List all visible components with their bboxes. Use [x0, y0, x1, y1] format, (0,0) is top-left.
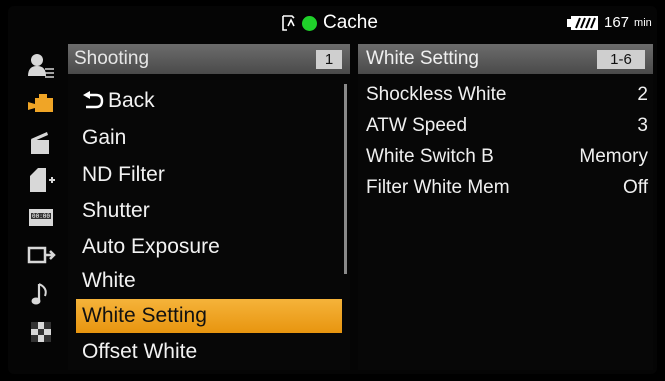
rec-indicator-dot [302, 15, 317, 31]
detail-row-label: Filter White Mem [366, 177, 510, 198]
menu-category-icons: 00:00 [18, 44, 64, 370]
back-arrow-icon [82, 86, 104, 109]
detail-row-value: 2 [637, 84, 648, 105]
user-menu-icon[interactable] [26, 52, 56, 80]
menu-list-panel: Shooting 1 Back Gain ND Filter Shutter A… [68, 44, 350, 370]
status-bar: Cache 167 min [8, 6, 657, 40]
detail-row-atw-speed[interactable]: ATW Speed 3 [366, 111, 648, 141]
cache-label: Cache [323, 12, 378, 33]
sd-card-icon[interactable] [26, 166, 56, 194]
menu-item-label: Back [108, 89, 155, 112]
detail-header: White Setting 1-6 [358, 44, 653, 74]
detail-row-value: Off [623, 177, 648, 198]
menu-item-label: White Setting [82, 304, 207, 327]
menu-scrollbar[interactable] [344, 84, 347, 274]
detail-row-filter-white-mem[interactable]: Filter White Mem Off [366, 173, 648, 203]
detail-title: White Setting [366, 48, 479, 69]
cache-status: Cache [280, 11, 378, 35]
menu-item-label: ND Filter [82, 163, 165, 186]
battery-unit: min [634, 16, 652, 29]
detail-row-value: Memory [579, 146, 648, 167]
svg-text:00:00: 00:00 [32, 213, 50, 220]
menu-item-label: Shutter [82, 199, 150, 222]
battery-minutes: 167 [604, 14, 630, 31]
system-checker-icon[interactable] [26, 318, 56, 346]
detail-row-label: ATW Speed [366, 115, 468, 136]
detail-row-value: 3 [637, 115, 648, 136]
menu-item-gain[interactable]: Gain [76, 121, 342, 155]
menu-item-label: White [82, 269, 136, 292]
detail-row-white-switch-b[interactable]: White Switch B Memory [366, 142, 648, 172]
menu-item-label: Offset White [82, 340, 198, 363]
detail-row-label: White Switch B [366, 146, 494, 167]
detail-panel: White Setting 1-6 Shockless White 2 ATW … [358, 44, 653, 370]
menu-header: Shooting 1 [68, 44, 350, 74]
menu-item-offset-white[interactable]: Offset White [76, 335, 342, 369]
menu-item-nd-filter[interactable]: ND Filter [76, 158, 342, 192]
menu-item-auto-exposure[interactable]: Auto Exposure [76, 230, 342, 264]
battery-icon [567, 15, 599, 31]
menu-title: Shooting [74, 48, 150, 69]
clapper-icon[interactable] [26, 128, 56, 156]
camera-menu-screen: Cache 167 min 00:00 Shooting 1 Back Gain… [8, 6, 657, 374]
detail-row-shockless-white[interactable]: Shockless White 2 [366, 80, 648, 110]
camera-shooting-icon[interactable] [26, 90, 56, 118]
menu-item-white-setting[interactable]: White Setting [76, 299, 342, 333]
timecode-icon[interactable]: 00:00 [26, 204, 56, 232]
menu-item-label: Gain [82, 126, 127, 149]
cache-rec-icon [280, 14, 298, 32]
menu-item-back[interactable]: Back [76, 84, 342, 118]
battery-status: 167 min [567, 14, 652, 31]
menu-item-white[interactable]: White [76, 264, 342, 298]
detail-range: 1-6 [597, 50, 645, 69]
detail-row-label: Shockless White [366, 84, 507, 105]
audio-note-icon[interactable] [26, 280, 56, 308]
menu-item-label: Auto Exposure [82, 235, 220, 258]
menu-page-number: 1 [316, 50, 342, 69]
menu-item-shutter[interactable]: Shutter [76, 194, 342, 228]
output-icon[interactable] [26, 242, 56, 270]
